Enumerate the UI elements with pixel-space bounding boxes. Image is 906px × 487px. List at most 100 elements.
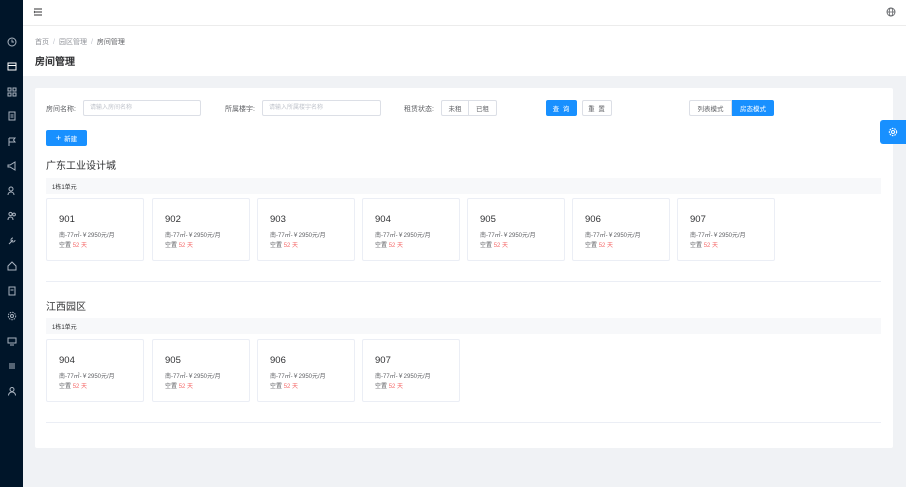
status-prefix: 空置 — [165, 243, 178, 249]
room-description: 南-77㎡-￥2950元/月 — [585, 233, 641, 239]
room-card[interactable]: 904 南-77㎡-￥2950元/月 空置 52 天 — [362, 198, 460, 261]
rent-status-unrented-button[interactable]: 未租 — [441, 100, 469, 116]
room-description: 南-77㎡-￥2950元/月 — [59, 374, 115, 380]
status-prefix: 空置 — [375, 384, 388, 390]
vacant-days: 52 天 — [178, 384, 194, 390]
list-mode-button[interactable]: 列表模式 — [689, 100, 732, 116]
status-prefix: 空置 — [270, 243, 283, 249]
room-description: 南-77㎡-￥2950元/月 — [690, 233, 746, 239]
status-prefix: 空置 — [165, 384, 178, 390]
clock-icon[interactable] — [4, 34, 19, 49]
user-group-icon[interactable] — [4, 208, 19, 223]
menu-toggle-icon[interactable] — [33, 7, 43, 17]
room-card[interactable]: 903 南-77㎡-￥2950元/月 空置 52 天 — [257, 198, 355, 261]
room-card[interactable]: 904 南-77㎡-￥2950元/月 空置 52 天 — [46, 339, 144, 402]
room-card[interactable]: 905 南-77㎡-￥2950元/月 空置 52 天 — [152, 339, 250, 402]
sidebar — [0, 0, 23, 487]
page-title: 房间管理 — [35, 57, 75, 68]
room-number: 903 — [270, 214, 286, 225]
status-prefix: 空置 — [375, 243, 388, 249]
document-icon[interactable] — [4, 283, 19, 298]
room-number: 902 — [165, 214, 181, 225]
status-prefix: 空置 — [480, 243, 493, 249]
breadcrumb: 首页 / 园区管理 / 房间管理 — [35, 37, 125, 47]
room-status: 空置 52 天 — [59, 381, 87, 390]
home-icon[interactable] — [4, 258, 19, 273]
room-card[interactable]: 907 南-77㎡-￥2950元/月 空置 52 天 — [677, 198, 775, 261]
room-card[interactable]: 906 南-77㎡-￥2950元/月 空置 52 天 — [257, 339, 355, 402]
unit-bar: 1栋1单元 — [46, 178, 881, 194]
users-icon[interactable] — [4, 183, 19, 198]
section-divider — [46, 281, 881, 282]
room-card[interactable]: 902 南-77㎡-￥2950元/月 空置 52 天 — [152, 198, 250, 261]
room-description: 南-77㎡-￥2950元/月 — [480, 233, 536, 239]
breadcrumb-parent[interactable]: 园区管理 — [59, 39, 87, 46]
main-content-card: 房间名称: 所属楼宇: 租赁状态: 未租 已租 查 询 重 置 列表模式 房态模… — [35, 88, 893, 448]
vacant-days: 52 天 — [388, 243, 404, 249]
room-number: 907 — [375, 355, 391, 366]
document-icon[interactable] — [4, 108, 19, 123]
room-status: 空置 52 天 — [690, 240, 718, 249]
calendar-icon[interactable] — [4, 58, 19, 73]
language-icon[interactable] — [886, 7, 896, 17]
breadcrumb-current: 房间管理 — [96, 39, 125, 46]
settings-float-button[interactable] — [880, 120, 906, 144]
vacant-days: 52 天 — [388, 384, 404, 390]
room-name-input[interactable] — [83, 100, 201, 116]
room-name-label: 房间名称: — [46, 106, 76, 113]
flag-icon[interactable] — [4, 134, 19, 149]
building-input[interactable] — [262, 100, 381, 116]
breadcrumb-separator: / — [90, 39, 93, 46]
room-number: 906 — [585, 214, 601, 225]
status-prefix: 空置 — [690, 243, 703, 249]
plus-icon: + — [55, 132, 62, 143]
settings-icon[interactable] — [4, 308, 19, 323]
room-number: 901 — [59, 214, 75, 225]
room-status: 空置 52 天 — [165, 381, 193, 390]
search-button[interactable]: 查 询 — [546, 100, 577, 116]
wrench-icon[interactable] — [4, 233, 19, 248]
grid-icon[interactable] — [4, 84, 19, 99]
room-description: 南-77㎡-￥2950元/月 — [165, 374, 221, 380]
room-status: 空置 52 天 — [375, 381, 403, 390]
monitor-icon[interactable] — [4, 333, 19, 348]
room-status: 空置 52 天 — [270, 240, 298, 249]
room-card[interactable]: 901 南-77㎡-￥2950元/月 空置 52 天 — [46, 198, 144, 261]
page-header: 首页 / 园区管理 / 房间管理 房间管理 — [23, 26, 906, 76]
list-icon[interactable] — [4, 358, 19, 373]
room-description: 南-77㎡-￥2950元/月 — [375, 374, 431, 380]
unit-bar: 1栋1单元 — [46, 318, 881, 334]
status-mode-button[interactable]: 房态模式 — [732, 100, 774, 116]
building-label: 所属楼宇: — [225, 106, 255, 113]
room-card[interactable]: 907 南-77㎡-￥2950元/月 空置 52 天 — [362, 339, 460, 402]
vacant-days: 52 天 — [72, 243, 88, 249]
room-status: 空置 52 天 — [270, 381, 298, 390]
megaphone-icon[interactable] — [4, 158, 19, 173]
room-status: 空置 52 天 — [59, 240, 87, 249]
room-number: 904 — [375, 214, 391, 225]
rent-status-rented-button[interactable]: 已租 — [468, 100, 497, 116]
park-title: 江西园区 — [46, 302, 86, 313]
vacant-days: 52 天 — [283, 384, 299, 390]
reset-button[interactable]: 重 置 — [582, 100, 612, 116]
user-icon[interactable] — [4, 383, 19, 398]
vacant-days: 52 天 — [283, 243, 299, 249]
room-card[interactable]: 906 南-77㎡-￥2950元/月 空置 52 天 — [572, 198, 670, 261]
room-description: 南-77㎡-￥2950元/月 — [59, 233, 115, 239]
park-title: 广东工业设计城 — [46, 161, 116, 172]
add-button[interactable]: + 新建 — [46, 130, 87, 146]
room-card[interactable]: 905 南-77㎡-￥2950元/月 空置 52 天 — [467, 198, 565, 261]
room-number: 907 — [690, 214, 706, 225]
breadcrumb-home[interactable]: 首页 — [35, 39, 49, 46]
vacant-days: 52 天 — [178, 243, 194, 249]
room-status: 空置 52 天 — [375, 240, 403, 249]
status-prefix: 空置 — [59, 384, 72, 390]
room-number: 906 — [270, 355, 286, 366]
vacant-days: 52 天 — [598, 243, 614, 249]
room-status: 空置 52 天 — [480, 240, 508, 249]
room-description: 南-77㎡-￥2950元/月 — [375, 233, 431, 239]
rent-status-label: 租赁状态: — [404, 106, 434, 113]
room-status: 空置 52 天 — [165, 240, 193, 249]
room-description: 南-77㎡-￥2950元/月 — [270, 233, 326, 239]
status-prefix: 空置 — [59, 243, 72, 249]
